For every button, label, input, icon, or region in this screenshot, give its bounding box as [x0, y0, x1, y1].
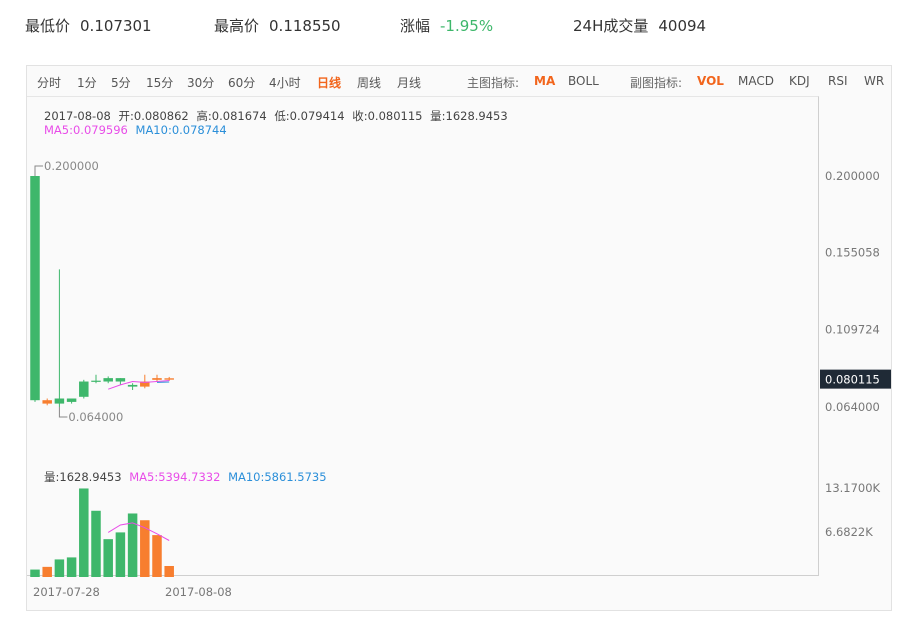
volume-axis-tick: 6.6822K — [825, 525, 873, 539]
candle-body — [79, 381, 89, 397]
volume-bar — [66, 557, 77, 577]
x-axis-tick: 2017-07-28 — [33, 585, 100, 599]
candle-body — [127, 384, 138, 387]
price-axis-tick: 0.064000 — [825, 400, 880, 414]
stat-change-value: -1.95% — [440, 17, 494, 35]
stat-change-label: 涨幅 — [400, 17, 431, 35]
volume-bar — [103, 539, 113, 577]
candle-body — [91, 380, 101, 382]
volume-bar — [79, 488, 89, 577]
stats-bar: 最低价 0.107301 最高价 0.118550 涨幅 -1.95% 24H成交量 4… — [0, 0, 901, 50]
max-price-label: 0.200000 — [44, 159, 99, 173]
stat-change: 涨幅 -1.95% — [400, 15, 493, 36]
volume-bar — [140, 520, 150, 577]
min-marker-line — [58, 407, 68, 418]
x-axis-tick: 2017-08-08 — [165, 585, 232, 599]
volume-bar — [164, 565, 174, 577]
candle-body — [164, 378, 174, 380]
current-price-label: 0.080115 — [825, 373, 880, 387]
stat-volume-label: 24H成交量 — [573, 17, 649, 35]
max-marker-line — [34, 165, 43, 176]
stat-high-label: 最高价 — [214, 17, 260, 35]
volume-bar — [54, 559, 65, 577]
stat-low-label: 最低价 — [25, 17, 71, 35]
candle-body — [103, 378, 113, 382]
volume-bar — [152, 535, 162, 577]
price-axis-tick: 0.155058 — [825, 245, 880, 259]
volume-bar — [42, 566, 52, 577]
volume-bar — [91, 510, 101, 577]
volume-bar — [30, 569, 40, 577]
volume-axis-tick: 13.1700K — [825, 481, 881, 495]
candle-body — [30, 176, 40, 401]
stat-low-value: 0.107301 — [80, 17, 152, 35]
price-axis-tick: 0.200000 — [825, 169, 880, 183]
candle-body — [54, 398, 65, 404]
volume-bar — [115, 532, 126, 577]
candle-body — [66, 398, 77, 402]
stat-volume-value: 40094 — [658, 17, 707, 35]
stat-high: 最高价 0.118550 — [214, 15, 341, 36]
stat-high-value: 0.118550 — [269, 17, 341, 35]
min-price-label: 0.064000 — [68, 410, 123, 424]
stat-volume: 24H成交量 40094 — [573, 15, 706, 36]
price-axis-tick: 0.109724 — [825, 322, 880, 336]
kline-panel: 分时 1分 5分 15分 30分 60分 4小时 日线 周线 月线 主图指标: … — [26, 65, 892, 611]
candle-body — [115, 378, 126, 382]
candle-body — [152, 378, 162, 380]
kline-chart-svg: 0.200000 0.064000 0.200000 0.155058 0.109724… — [30, 159, 891, 599]
current-price-marker: 0.080115 — [820, 369, 891, 389]
stat-low: 最低价 0.107301 — [25, 15, 152, 36]
candle-body — [42, 400, 52, 404]
